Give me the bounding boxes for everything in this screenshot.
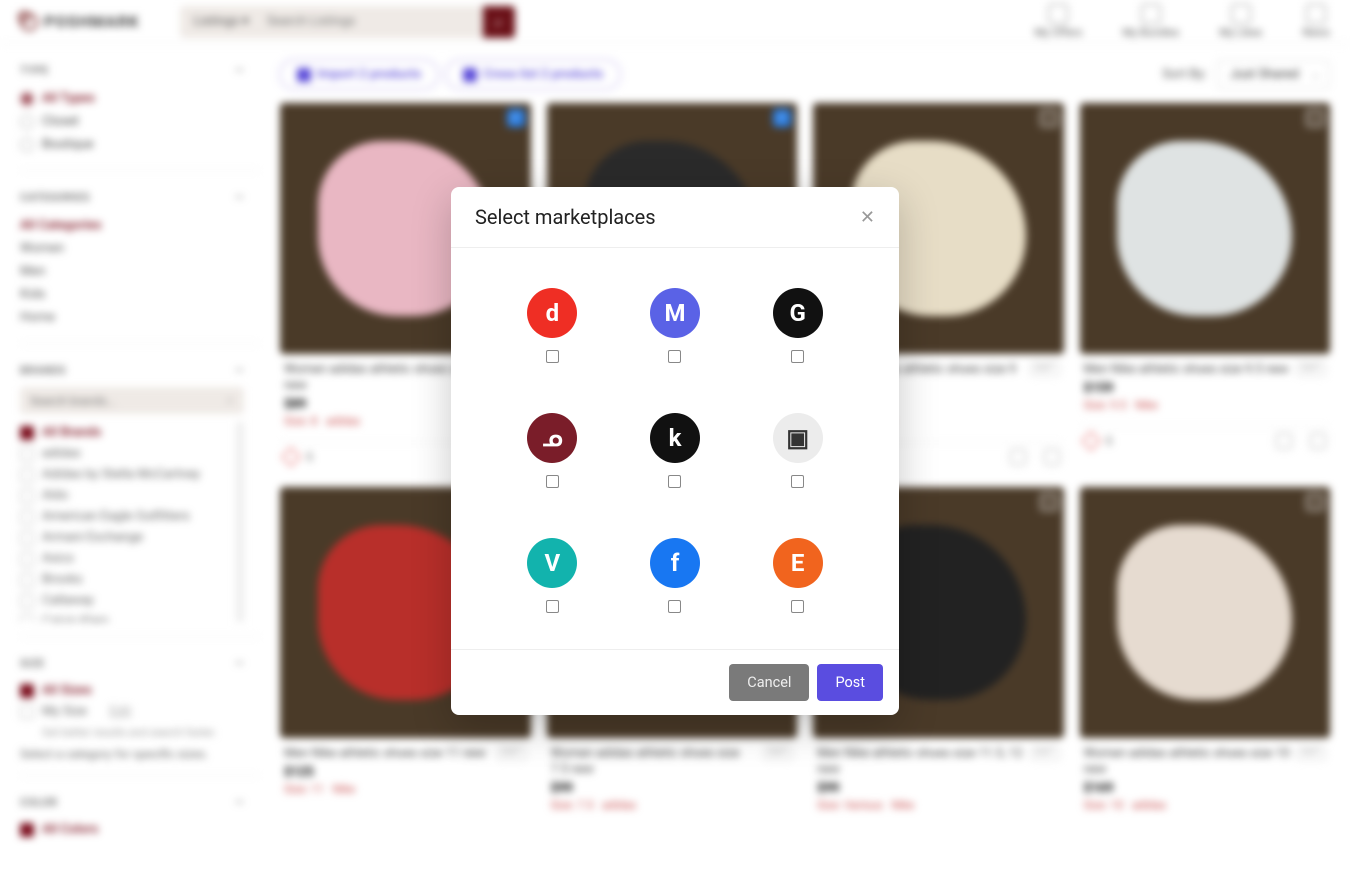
marketplace-checkbox[interactable] [546, 350, 559, 363]
close-icon[interactable]: ✕ [860, 207, 875, 228]
poshmark-icon: ᓄ [527, 413, 577, 463]
marketplace-checkbox[interactable] [668, 600, 681, 613]
mercari-icon: M [650, 288, 700, 338]
modal-title: Select marketplaces [475, 205, 656, 229]
marketplace-kidizen[interactable]: k [614, 413, 737, 488]
depop-icon: d [527, 288, 577, 338]
marketplace-checkbox[interactable] [546, 475, 559, 488]
marketplace-poshmark[interactable]: ᓄ [491, 413, 614, 488]
marketplace-checkbox[interactable] [668, 350, 681, 363]
marketplace-facebook[interactable]: f [614, 538, 737, 613]
marketplace-checkbox[interactable] [668, 475, 681, 488]
kidizen-icon: k [650, 413, 700, 463]
marketplace-checkbox[interactable] [791, 350, 804, 363]
etsy-icon: E [773, 538, 823, 588]
select-marketplaces-modal: Select marketplaces ✕ d M G ᓄ k ▣ Vf E Cancel P… [451, 187, 899, 715]
vinted-icon: V [527, 538, 577, 588]
marketplace-grailed[interactable]: G [736, 288, 859, 363]
post-button[interactable]: Post [817, 664, 883, 701]
cancel-button[interactable]: Cancel [729, 664, 809, 701]
marketplace-checkbox[interactable] [791, 600, 804, 613]
marketplace-vinted[interactable]: V [491, 538, 614, 613]
marketplace-mercari[interactable]: M [614, 288, 737, 363]
marketplace-etsy[interactable]: E [736, 538, 859, 613]
shopify-icon: ▣ [773, 413, 823, 463]
facebook-icon: f [650, 538, 700, 588]
marketplace-checkbox[interactable] [791, 475, 804, 488]
grailed-icon: G [773, 288, 823, 338]
marketplace-depop[interactable]: d [491, 288, 614, 363]
marketplace-shopify[interactable]: ▣ [736, 413, 859, 488]
marketplace-checkbox[interactable] [546, 600, 559, 613]
